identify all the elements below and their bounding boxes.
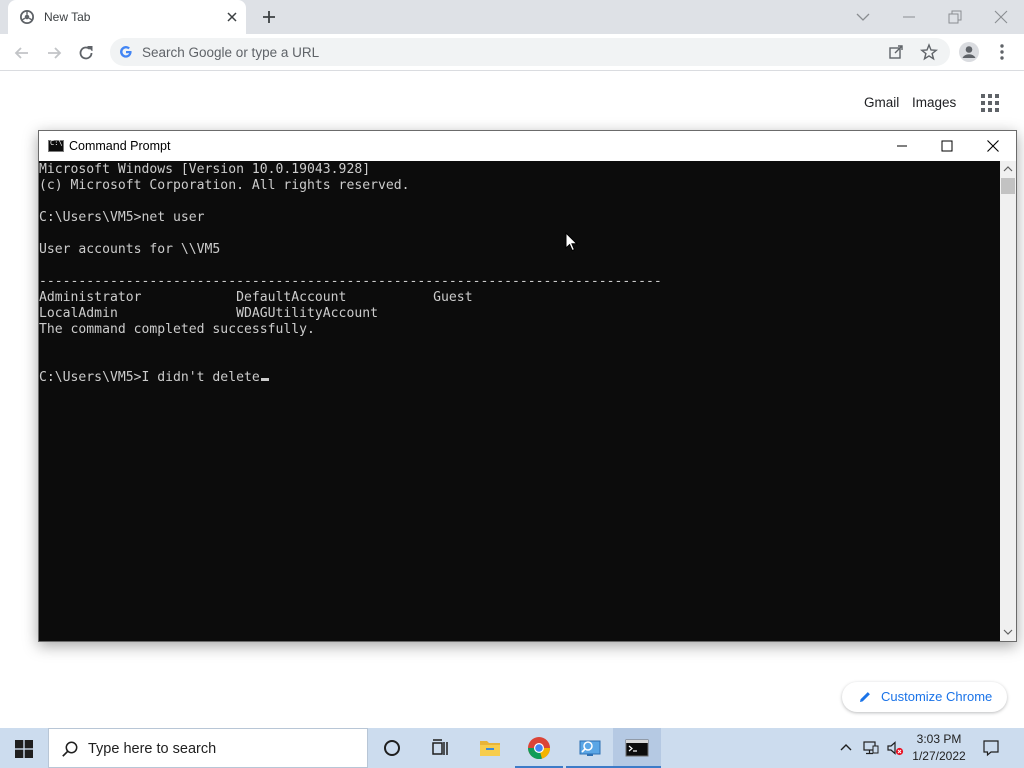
command-prompt-icon xyxy=(625,739,649,757)
star-icon[interactable] xyxy=(920,43,938,61)
console-output[interactable]: Microsoft Windows [Version 10.0.19043.92… xyxy=(39,161,1000,641)
scroll-down-icon[interactable] xyxy=(1003,627,1013,637)
cmd-title-bar[interactable]: C:\ Command Prompt xyxy=(39,131,1016,161)
chevron-down-icon[interactable] xyxy=(854,8,872,26)
gmail-link[interactable]: Gmail xyxy=(864,95,899,110)
tab-strip: New Tab xyxy=(0,0,1024,34)
vertical-scrollbar[interactable] xyxy=(1000,161,1016,641)
volume-muted-icon[interactable] xyxy=(886,739,904,757)
plus-icon[interactable] xyxy=(260,8,278,26)
close-icon[interactable] xyxy=(992,8,1010,26)
profile-icon[interactable] xyxy=(958,41,980,63)
google-g-icon xyxy=(120,46,132,58)
restore-icon[interactable] xyxy=(946,8,964,26)
close-icon[interactable] xyxy=(983,136,1003,156)
console-line: (c) Microsoft Corporation. All rights re… xyxy=(39,178,410,193)
console-input[interactable]: C:\Users\VM5>I didn't delete xyxy=(39,370,260,385)
console-line: Microsoft Windows [Version 10.0.19043.92… xyxy=(39,162,371,177)
omnibox-input[interactable]: Search Google or type a URL xyxy=(142,45,319,60)
tab-title: New Tab xyxy=(44,10,91,24)
chrome-taskbar-button[interactable] xyxy=(515,728,563,768)
command-prompt-window[interactable]: C:\ Command Prompt Microsoft Windows [Ve… xyxy=(38,130,1017,642)
console-line: The command completed successfully. xyxy=(39,322,315,337)
scrollbar-thumb[interactable] xyxy=(1001,178,1015,194)
search-icon xyxy=(62,741,78,757)
back-icon[interactable] xyxy=(12,43,32,63)
file-explorer-button[interactable] xyxy=(466,728,514,768)
customize-chrome-label: Customize Chrome xyxy=(881,689,993,704)
reload-icon[interactable] xyxy=(76,43,96,63)
clock-time[interactable]: 3:03 PM xyxy=(906,732,972,746)
minimize-icon[interactable] xyxy=(892,136,912,156)
browser-toolbar: Search Google or type a URL xyxy=(0,34,1024,71)
command-prompt-icon: C:\ xyxy=(48,139,64,152)
clock-date[interactable]: 1/27/2022 xyxy=(906,749,972,763)
console-line: C:\Users\VM5>net user xyxy=(39,210,205,225)
console-prompt-line[interactable]: C:\Users\VM5>I didn't delete xyxy=(39,370,1000,386)
pencil-icon xyxy=(860,692,870,702)
chrome-icon xyxy=(528,737,550,760)
file-explorer-icon xyxy=(480,741,500,756)
minimize-icon[interactable] xyxy=(900,8,918,26)
notification-center-icon[interactable] xyxy=(982,739,1000,757)
start-button[interactable] xyxy=(0,728,48,768)
console-line: User accounts for \\VM5 xyxy=(39,242,221,257)
taskbar-search-placeholder: Type here to search xyxy=(88,741,217,757)
text-cursor xyxy=(260,378,269,381)
mouse-pointer-icon xyxy=(565,232,578,252)
command-prompt-taskbar-button[interactable] xyxy=(613,728,661,768)
omnibox[interactable]: Search Google or type a URL xyxy=(110,38,950,66)
cmd-window-title: Command Prompt xyxy=(69,139,171,153)
magnifier-app-button[interactable] xyxy=(566,728,614,768)
windows-logo-icon xyxy=(15,740,33,758)
chevron-up-icon[interactable] xyxy=(838,740,854,756)
console-line: Administrator DefaultAccount Guest xyxy=(39,290,473,305)
taskbar: Type here to search 3:03 PM 1/27/2022 xyxy=(0,728,1024,768)
console-line: ----------------------------------------… xyxy=(39,274,662,289)
console-line: LocalAdmin WDAGUtilityAccount xyxy=(39,306,378,321)
customize-chrome-button[interactable]: Customize Chrome xyxy=(842,682,1007,712)
share-icon[interactable] xyxy=(888,44,904,60)
task-view-button[interactable] xyxy=(416,728,464,768)
kebab-menu-icon[interactable] xyxy=(994,42,1010,62)
taskbar-search-box[interactable]: Type here to search xyxy=(48,728,368,768)
task-view-icon xyxy=(432,739,448,755)
network-icon[interactable] xyxy=(862,739,880,757)
magnifier-app-icon xyxy=(579,740,601,756)
apps-grid-icon[interactable] xyxy=(980,93,1000,113)
tab-new-tab[interactable]: New Tab xyxy=(8,0,246,34)
chrome-icon xyxy=(20,10,34,24)
scroll-up-icon[interactable] xyxy=(1003,164,1013,174)
cortana-button[interactable] xyxy=(368,728,416,768)
cortana-icon xyxy=(384,740,400,756)
images-link[interactable]: Images xyxy=(912,95,956,110)
forward-icon[interactable] xyxy=(44,43,64,63)
maximize-icon[interactable] xyxy=(937,136,957,156)
close-icon[interactable] xyxy=(224,9,240,25)
cmd-icon-glyph: C:\ xyxy=(50,139,63,147)
